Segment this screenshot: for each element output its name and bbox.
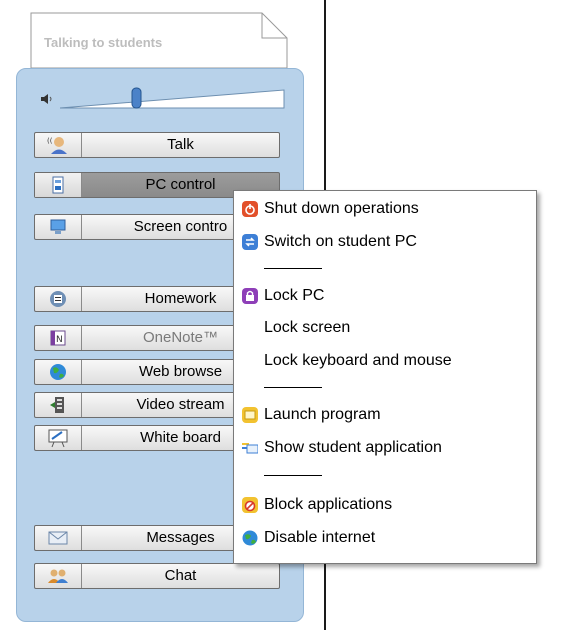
talk-icon: (( (35, 133, 82, 157)
menu-separator (264, 387, 322, 388)
menu-item-label: Lock keyboard and mouse (264, 352, 452, 369)
menu-item-label: Switch on student PC (264, 233, 417, 250)
volume-slider[interactable] (60, 84, 286, 110)
svg-text:((: (( (47, 137, 53, 145)
menu-item-label: Shut down operations (264, 200, 419, 217)
menu-item-block-applications[interactable]: Block applications (242, 493, 392, 517)
volume-slider-thumb (131, 87, 142, 109)
talk-label: Talk (167, 136, 194, 153)
talk-button[interactable]: (( Talk (34, 132, 280, 158)
web-browser-icon (35, 360, 82, 384)
menu-item-label: Disable internet (264, 529, 376, 546)
envelope-icon (35, 526, 82, 550)
menu-item-label: Block applications (264, 496, 393, 513)
menu-item-disable-internet[interactable]: Disable internet (242, 526, 375, 550)
homework-icon (35, 287, 82, 311)
menu-item-switch-on[interactable]: Switch on student PC (242, 230, 417, 254)
video-stream-icon (35, 393, 82, 417)
note-title: Talking to students (44, 35, 163, 50)
onenote-icon: N (35, 326, 82, 350)
switch-on-icon (242, 234, 258, 250)
menu-item-lock-keyboard-mouse[interactable]: Lock keyboard and mouse (242, 349, 452, 373)
shutdown-icon (242, 201, 258, 217)
menu-item-label: Launch program (264, 406, 381, 423)
menu-item-shut-down[interactable]: Shut down operations (242, 197, 419, 221)
menu-item-label: Lock PC (264, 287, 325, 304)
lock-icon (242, 288, 258, 304)
pc-control-icon (35, 173, 82, 197)
svg-text:N: N (56, 335, 63, 345)
screen-control-icon (35, 215, 82, 239)
chat-button[interactable]: Chat (34, 563, 280, 589)
menu-item-launch-program[interactable]: Launch program (242, 403, 381, 427)
menu-item-lock-pc[interactable]: Lock PC (242, 284, 324, 308)
volume-icon[interactable] (40, 93, 56, 105)
chat-label: Chat (164, 567, 197, 584)
menu-item-label: Show student application (264, 439, 442, 456)
pc-control-menu: Shut down operations Switch on student P… (233, 190, 537, 564)
block-applications-icon (242, 497, 258, 513)
menu-item-lock-screen[interactable]: Lock screen (242, 316, 350, 340)
globe-icon (242, 530, 258, 546)
menu-item-label: Lock screen (264, 319, 351, 336)
menu-separator (264, 475, 322, 476)
menu-separator (264, 268, 322, 269)
show-application-icon (242, 443, 258, 454)
menu-item-show-student-application[interactable]: Show student application (242, 436, 442, 460)
chat-icon (35, 564, 82, 588)
launch-program-icon (242, 407, 258, 423)
white-board-icon (35, 426, 82, 450)
